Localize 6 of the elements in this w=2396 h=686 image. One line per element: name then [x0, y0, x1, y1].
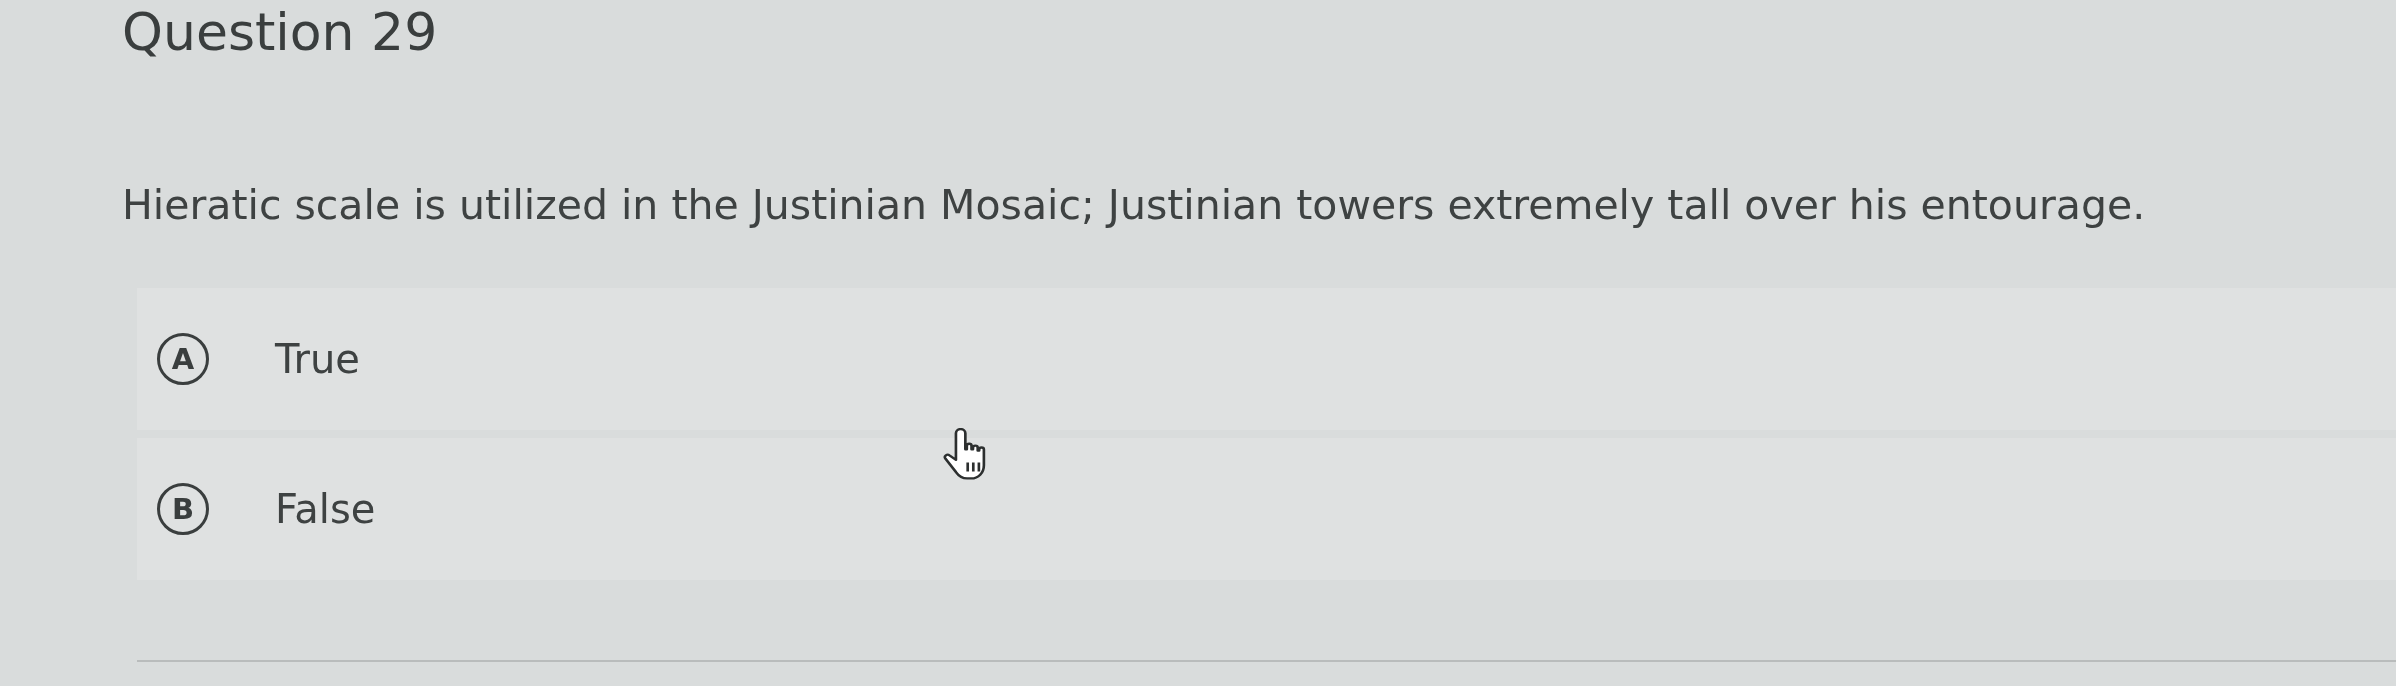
answer-option[interactable]: A True — [137, 288, 2396, 430]
choice-letter[interactable]: B — [157, 483, 209, 535]
question-title: Question 29 — [122, 2, 439, 62]
choice-letter[interactable]: A — [157, 333, 209, 385]
question-prompt: Hieratic scale is utilized in the Justinian Mosaic; Justinian towers extremely tall over his entourage. — [122, 182, 2147, 228]
answer-option[interactable]: B False — [137, 438, 2396, 580]
